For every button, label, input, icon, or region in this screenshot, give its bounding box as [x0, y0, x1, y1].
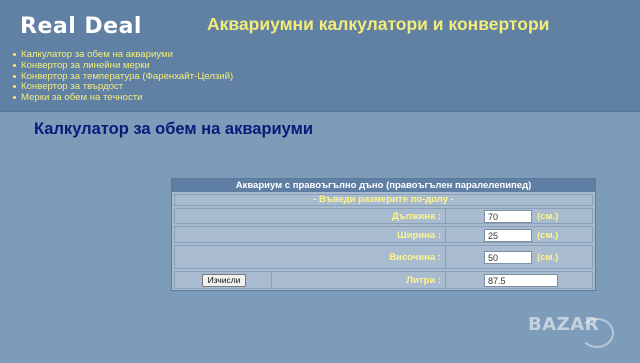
calculate-button[interactable]: Изчисли	[202, 274, 246, 287]
height-label-cell: Височина :	[175, 246, 446, 268]
width-input[interactable]	[484, 229, 532, 242]
page-title: Калкулатор за обем на аквариуми	[34, 120, 313, 138]
calculator-subtitle: - Въведи размерите по-долу -	[174, 194, 593, 206]
volume-calculator-form: Аквариум с правоъгълно дъно (правоъгълен…	[171, 178, 596, 291]
width-row: Ширина : (см.)	[174, 226, 593, 243]
height-unit: (см.)	[537, 252, 559, 263]
length-input[interactable]	[484, 210, 532, 223]
site-title: Аквариумни калкулатори и конвертори	[207, 14, 550, 34]
height-label: Височина :	[389, 252, 441, 263]
bullet-icon	[13, 96, 16, 100]
length-row: Дължина : (см.)	[174, 208, 593, 224]
width-unit: (см.)	[537, 230, 559, 241]
nav-item-liquid-measures[interactable]: Мерки за обем на течности	[13, 92, 233, 104]
bullet-icon	[13, 85, 16, 89]
bullet-icon	[13, 63, 16, 67]
nav-menu: Калкулатор за обем на аквариуми Конверто…	[13, 49, 233, 104]
liters-label: Литри :	[406, 275, 441, 286]
length-label-cell: Дължина :	[175, 209, 446, 223]
result-row: Изчисли Литри :	[174, 271, 593, 289]
height-input[interactable]	[484, 251, 532, 264]
length-unit: (см.)	[537, 211, 559, 222]
length-label: Дължина :	[391, 211, 441, 222]
width-label: Ширина :	[397, 230, 441, 241]
site-logo[interactable]: Real Deal	[20, 14, 142, 39]
height-row: Височина : (см.)	[174, 245, 593, 269]
bullet-icon	[13, 52, 16, 56]
liters-result-field[interactable]	[484, 274, 558, 287]
result-label-cell: Литри :	[271, 272, 446, 288]
bullet-icon	[13, 74, 16, 78]
button-cell: Изчисли	[175, 272, 272, 288]
watermark-logo-icon	[580, 318, 614, 348]
calculator-title: Аквариум с правоъгълно дъно (правоъгълен…	[172, 179, 595, 192]
width-label-cell: Ширина :	[175, 227, 446, 242]
